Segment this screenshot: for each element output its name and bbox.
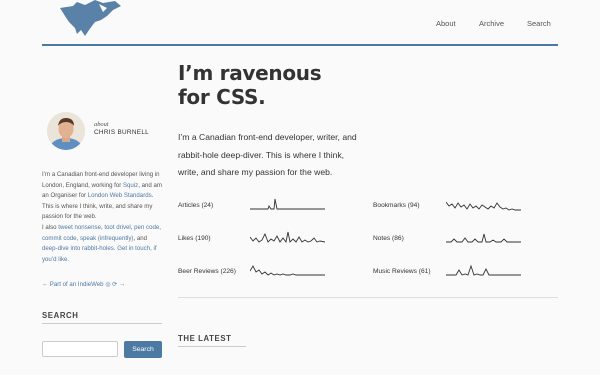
notes-sparkline [446,233,521,243]
stat-likes-link[interactable]: Likes (190) [178,235,211,242]
music-reviews-sparkline [446,264,521,276]
section-divider [178,297,558,298]
raven-logo[interactable] [55,0,135,40]
hero-heading-line: I’m ravenous [178,61,322,85]
intro-paragraph: I’m a Canadian front-end developer, writ… [178,129,400,182]
bookmarks-sparkline [446,201,521,211]
speak-link[interactable]: speak (infrequently) [80,235,134,242]
latest-heading-rule [178,346,246,347]
intro-line: write, and share my passion for the web. [178,167,333,177]
beer-reviews-sparkline [250,265,325,276]
avatar-portrait-icon [47,112,85,150]
nav-search-link[interactable]: Search [527,19,551,28]
nav-about-link[interactable]: About [436,19,456,28]
stat-bookmarks-link[interactable]: Bookmarks (94) [373,202,420,209]
stat-music-reviews-link[interactable]: Music Reviews (61) [373,268,431,275]
bio-paragraph: I’m a Canadian front-end developer livin… [42,170,164,265]
indieweb-webring-link[interactable]: ← Part of an IndieWeb ◎ ⟳ → [42,281,125,288]
bio-text: , and [133,234,148,242]
avatar [47,112,85,150]
search-heading: SEARCH [42,311,79,320]
likes-sparkline [250,231,325,244]
search-input[interactable] [42,341,118,357]
about-name: CHRIS BURNELL [94,129,150,136]
stat-beer-reviews-link[interactable]: Beer Reviews (226) [178,268,236,275]
articles-sparkline [250,198,325,210]
tweet-link[interactable]: tweet nonsense [58,224,101,231]
hero-heading-line: for CSS. [178,85,266,109]
intro-line: I’m a Canadian front-end developer, writ… [178,132,357,142]
pen-link[interactable]: pen code [134,224,159,231]
bio-text: , [159,223,161,231]
about-label: about [94,121,109,128]
hero-heading: I’m ravenous for CSS. [178,61,398,109]
stat-notes-link[interactable]: Notes (86) [373,235,404,242]
london-web-standards-link[interactable]: London Web Standards [88,192,152,199]
deep-dive-link[interactable]: deep-dive into rabbit-holes [42,245,114,252]
toot-link[interactable]: toot drivel [104,224,130,231]
header-rule [42,44,558,46]
commit-link[interactable]: commit code [42,235,77,242]
intro-line: rabbit-hole deep-diver. This is where I … [178,149,345,160]
nav-archive-link[interactable]: Archive [479,19,504,28]
latest-heading: THE LATEST [178,334,232,343]
squiz-link[interactable]: Squiz [123,182,138,189]
search-button[interactable]: Search [124,341,162,358]
stat-articles-link[interactable]: Articles (24) [178,202,213,209]
search-heading-rule [42,323,162,324]
bio-text: I also [42,223,59,231]
